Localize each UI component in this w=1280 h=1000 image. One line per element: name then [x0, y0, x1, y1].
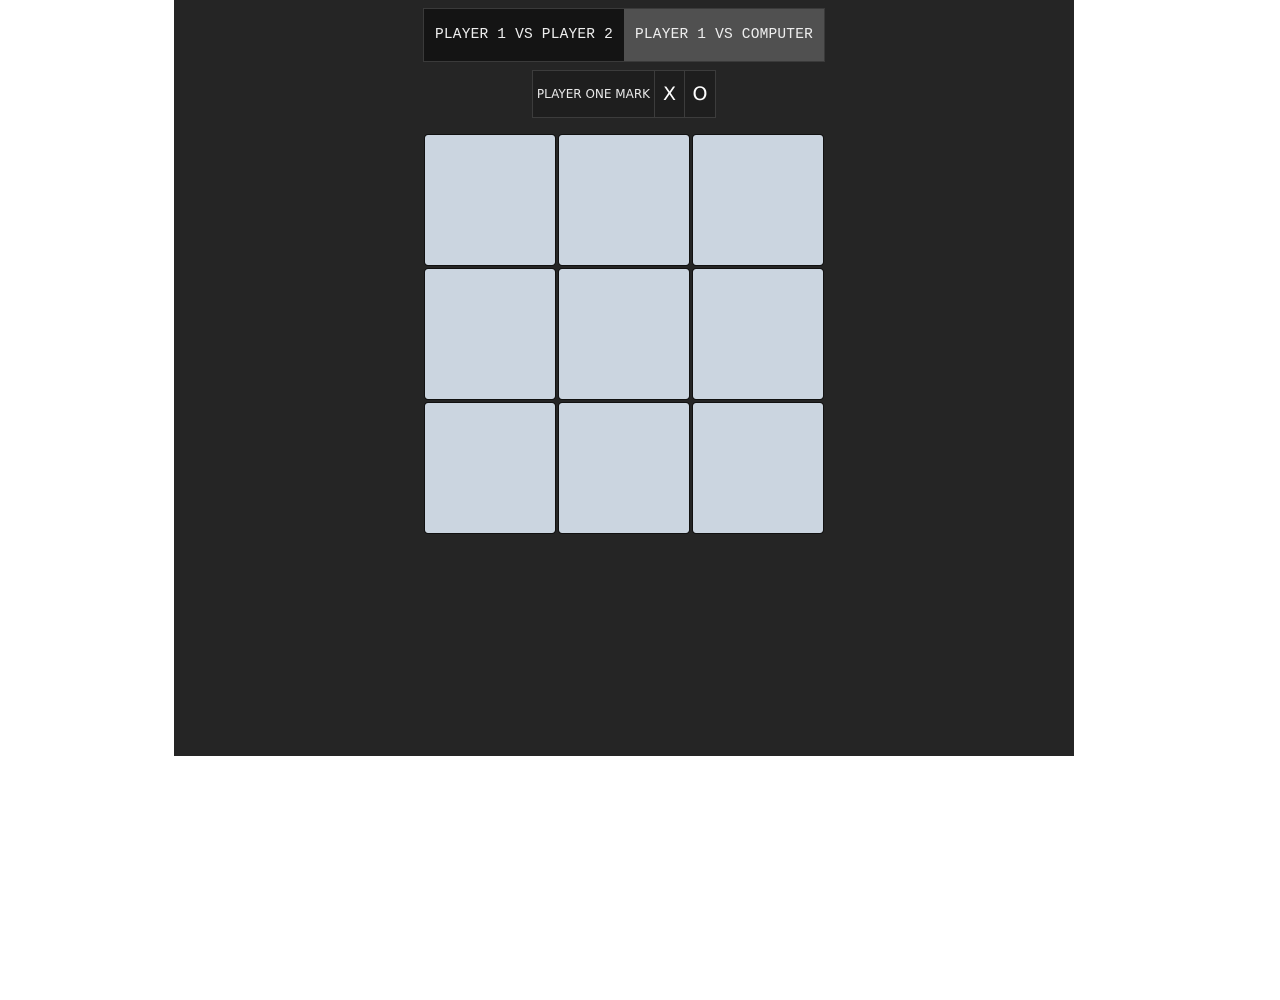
board-cell-9[interactable] [692, 402, 824, 534]
board-cell-8[interactable] [558, 402, 690, 534]
player-vs-computer-button[interactable]: PLAYER 1 VS COMPUTER [624, 9, 824, 61]
board-cell-7[interactable] [424, 402, 556, 534]
game-mode-selector: PLAYER 1 VS PLAYER 2 PLAYER 1 VS COMPUTE… [423, 8, 825, 62]
game-container: PLAYER 1 VS PLAYER 2 PLAYER 1 VS COMPUTE… [174, 0, 1074, 756]
game-board [424, 134, 824, 534]
mark-x-button[interactable]: X [655, 71, 685, 117]
player-one-mark-label: PLAYER ONE MARK [533, 71, 655, 117]
board-cell-6[interactable] [692, 268, 824, 400]
board-cell-3[interactable] [692, 134, 824, 266]
player-vs-player-button[interactable]: PLAYER 1 VS PLAYER 2 [424, 9, 624, 61]
board-cell-5[interactable] [558, 268, 690, 400]
board-cell-1[interactable] [424, 134, 556, 266]
board-cell-2[interactable] [558, 134, 690, 266]
mark-o-button[interactable]: O [685, 71, 715, 117]
player-mark-selector: PLAYER ONE MARK X O [532, 70, 716, 118]
board-cell-4[interactable] [424, 268, 556, 400]
